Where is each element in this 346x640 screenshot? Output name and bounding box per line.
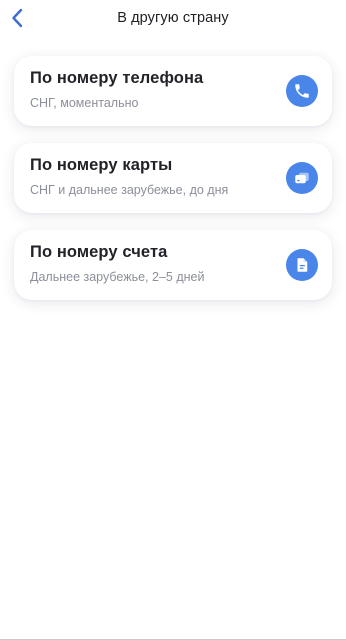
transfer-by-account-option[interactable]: По номеру счета Дальнее зарубежье, 2–5 д… <box>14 230 332 300</box>
option-title: По номеру карты <box>30 156 173 174</box>
option-title: По номеру телефона <box>30 69 204 87</box>
phone-icon <box>286 75 318 107</box>
top-bar: В другую страну <box>0 0 346 40</box>
document-icon <box>286 249 318 281</box>
transfer-by-card-option[interactable]: По номеру карты СНГ и дальнее зарубежье,… <box>14 143 332 213</box>
page-title: В другую страну <box>117 10 229 26</box>
transfer-abroad-screen: В другую страну По номеру телефона СНГ, … <box>0 0 346 640</box>
card-icon <box>286 162 318 194</box>
option-subtitle: СНГ, моментально <box>30 96 139 110</box>
transfer-by-phone-option[interactable]: По номеру телефона СНГ, моментально <box>14 56 332 126</box>
option-subtitle: Дальнее зарубежье, 2–5 дней <box>30 270 205 284</box>
option-title: По номеру счета <box>30 243 168 261</box>
option-subtitle: СНГ и дальнее зарубежье, до дня <box>30 183 229 197</box>
